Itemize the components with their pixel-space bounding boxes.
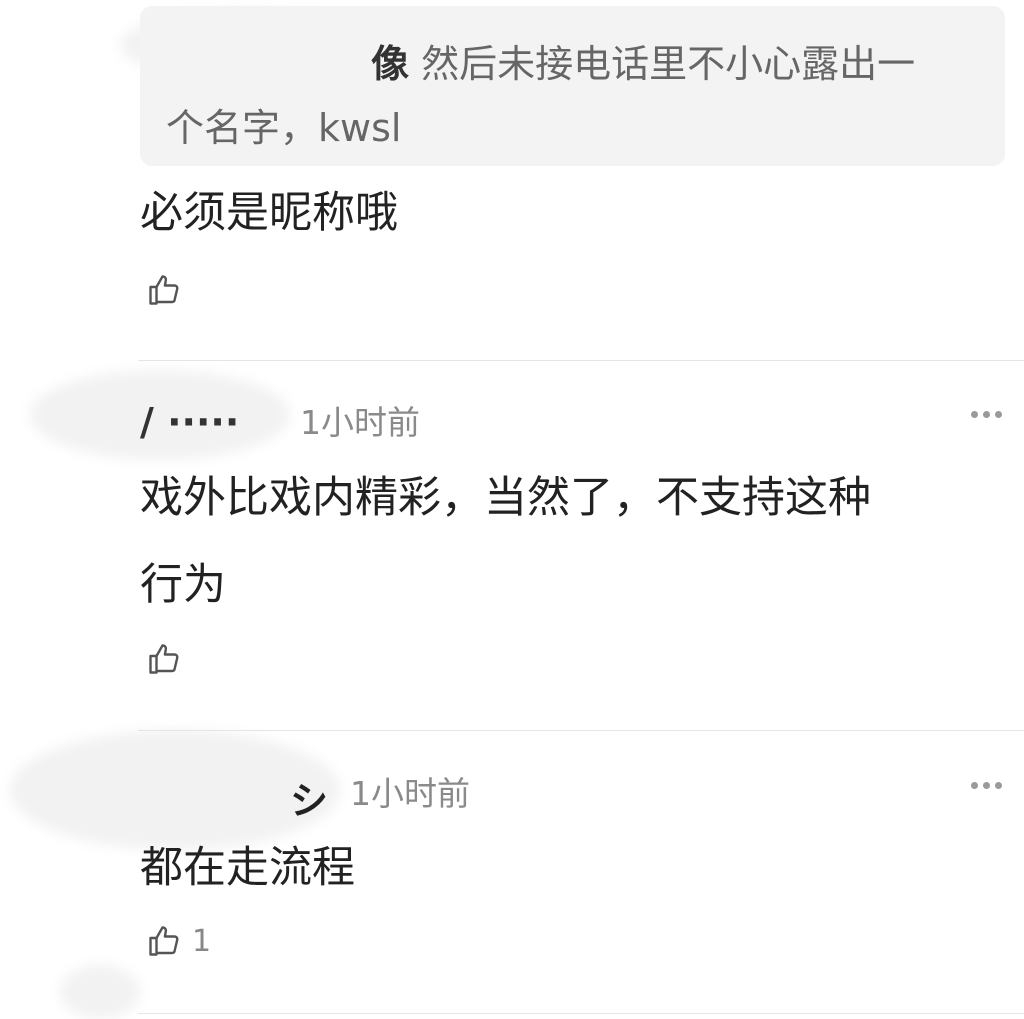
quoted-reply-text: 然后未接电话里不小心露出一 bbox=[421, 42, 916, 86]
comment-text: 必须是昵称哦 bbox=[140, 188, 398, 238]
quoted-reply[interactable]: 像 然后未接电话里不小心露出一 个名字，kwsl bbox=[140, 6, 1005, 166]
like-count: 1 bbox=[192, 923, 212, 959]
comment-time: 1小时前 bbox=[350, 774, 470, 813]
redaction-scribble bbox=[60, 965, 140, 1019]
more-options-icon[interactable] bbox=[971, 411, 1002, 418]
like-button[interactable] bbox=[146, 641, 192, 677]
quoted-reply-author[interactable]: 像 bbox=[371, 42, 409, 86]
username-redacted: / ····· bbox=[140, 400, 240, 444]
thumbs-up-icon bbox=[149, 644, 179, 674]
comment-text: 都在走流程 bbox=[140, 843, 355, 893]
thumbs-up-icon bbox=[149, 926, 179, 956]
thumbs-up-icon bbox=[149, 275, 179, 305]
divider bbox=[138, 730, 1024, 731]
divider bbox=[138, 360, 1024, 361]
like-button[interactable]: 1 bbox=[146, 923, 211, 959]
quoted-reply-line1: 像 然后未接电话里不小心露出一 bbox=[166, 32, 975, 96]
comment-text-line1: 戏外比戏内精彩，当然了，不支持这种 bbox=[140, 473, 871, 523]
comment-time: 1小时前 bbox=[300, 403, 420, 442]
comment-text-line2: 行为 bbox=[140, 560, 226, 610]
like-button[interactable] bbox=[146, 272, 192, 308]
more-options-icon[interactable] bbox=[971, 782, 1002, 789]
username-redacted: シ bbox=[290, 779, 329, 823]
divider bbox=[138, 1013, 1024, 1014]
quoted-reply-line2: 个名字，kwsl bbox=[166, 106, 402, 150]
